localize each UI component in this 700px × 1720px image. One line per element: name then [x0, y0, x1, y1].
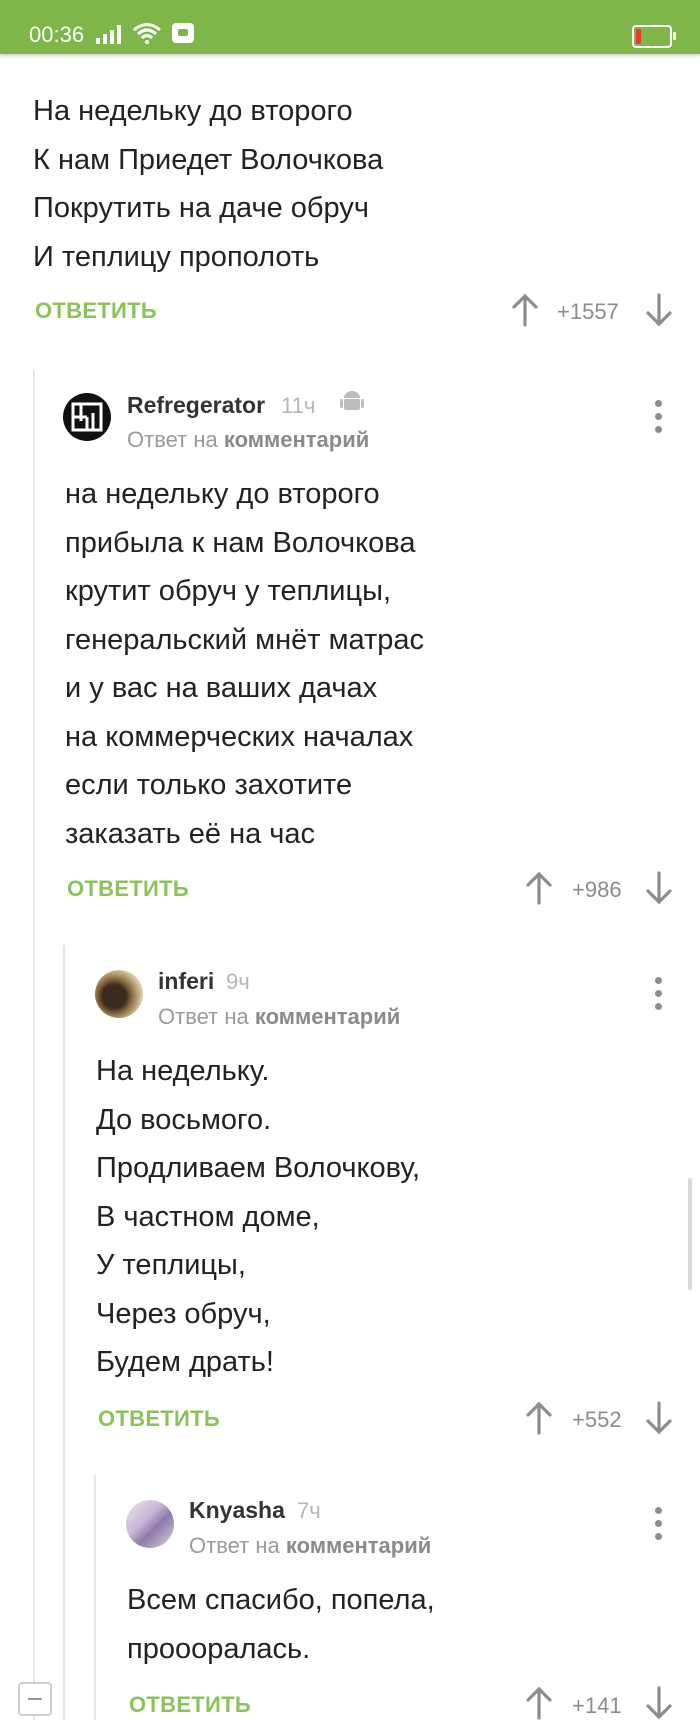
- battery-icon: [632, 25, 676, 48]
- comment-line: Через обруч,: [96, 1297, 271, 1330]
- comment-line: на коммерческих началах: [65, 720, 414, 753]
- thread-line: [63, 945, 65, 1720]
- reply-to-link[interactable]: комментарий: [255, 1004, 400, 1029]
- comment-time: 11ч: [281, 393, 316, 418]
- comment-line: если только захотите: [65, 769, 353, 801]
- avatar[interactable]: [126, 1500, 174, 1548]
- rammstein-logo-icon: [71, 402, 103, 432]
- comment-line: И теплицу прополоть: [33, 240, 320, 273]
- avatar[interactable]: [63, 393, 111, 441]
- clock: 00:36: [29, 22, 85, 47]
- comment-line: Покрутить на даче обруч: [33, 192, 369, 224]
- reply-to-info: Ответ на комментарий: [127, 427, 369, 453]
- signal-icon: [96, 25, 121, 44]
- comment-line: До восьмого.: [96, 1103, 272, 1136]
- comment-line: проооралась.: [127, 1632, 311, 1665]
- more-options-icon[interactable]: [655, 977, 663, 1016]
- author-name[interactable]: Refregerator: [127, 392, 265, 419]
- comment-body: Всем спасибо, попела, проооралась.: [127, 1576, 435, 1673]
- reply-to-info: Ответ на комментарий: [189, 1533, 431, 1559]
- downvote-icon[interactable]: [644, 293, 674, 327]
- collapse-thread-button[interactable]: [18, 1682, 52, 1716]
- reply-button[interactable]: ОТВЕТИТЬ: [129, 1692, 251, 1718]
- comment-line: Будем драть!: [96, 1346, 274, 1378]
- comment-time: 7ч: [297, 1498, 321, 1523]
- comment-line: На недельку до второго: [33, 95, 353, 127]
- scrollbar[interactable]: [688, 1178, 692, 1290]
- reply-to-prefix: Ответ на: [189, 1533, 280, 1558]
- reply-to-link[interactable]: комментарий: [224, 427, 369, 452]
- comment-line: На недельку.: [96, 1055, 270, 1087]
- comment-line: прибыла к нам Волочкова: [65, 526, 416, 559]
- author-name[interactable]: inferi: [158, 968, 214, 995]
- comment-line: Продливаем Волочкову,: [96, 1152, 421, 1184]
- author-name[interactable]: Knyasha: [189, 1497, 285, 1524]
- comment-line: Всем спасибо, попела,: [127, 1584, 435, 1616]
- more-options-icon[interactable]: [655, 1507, 663, 1546]
- reply-button[interactable]: ОТВЕТИТЬ: [35, 298, 157, 324]
- downvote-icon[interactable]: [644, 871, 674, 905]
- upvote-icon[interactable]: [524, 1686, 554, 1720]
- thread-line: [94, 1475, 96, 1720]
- comment-body: на недельку до второго прибыла к нам Воло…: [65, 470, 424, 858]
- reply-button[interactable]: ОТВЕТИТЬ: [67, 876, 189, 902]
- comment-line: заказать её на час: [65, 817, 316, 850]
- upvote-icon[interactable]: [524, 1401, 554, 1435]
- comment-line: К нам Приедет Волочкова: [33, 143, 384, 176]
- reply-to-prefix: Ответ на: [158, 1004, 249, 1029]
- comment-line: на недельку до второго: [65, 478, 380, 510]
- vote-score: +1557: [557, 299, 619, 324]
- vote-score: +141: [572, 1693, 622, 1718]
- more-options-icon[interactable]: [655, 400, 663, 439]
- comment-line: У теплицы,: [96, 1249, 246, 1281]
- reply-to-link[interactable]: комментарий: [286, 1533, 431, 1558]
- comment-time: 9ч: [226, 969, 250, 994]
- android-icon: [340, 391, 364, 410]
- downvote-icon[interactable]: [644, 1686, 674, 1720]
- message-notification-icon: [172, 23, 194, 43]
- comment-line: и у вас на ваших дачах: [65, 672, 378, 704]
- upvote-icon[interactable]: [510, 293, 540, 327]
- comment-body: На недельку. До восьмого. Продливаем Волоч…: [96, 1047, 420, 1387]
- comment-line: генеральский мнёт матрас: [65, 623, 425, 656]
- avatar[interactable]: [95, 970, 143, 1018]
- status-bar: 00:36: [0, 0, 700, 54]
- comment-line: крутит обруч у теплицы,: [65, 575, 391, 607]
- reply-button[interactable]: ОТВЕТИТЬ: [98, 1406, 220, 1432]
- upvote-icon[interactable]: [524, 871, 554, 905]
- comment-body: На недельку до второго К нам Приедет Воло…: [33, 87, 383, 281]
- vote-score: +986: [572, 877, 622, 902]
- comment-line: В частном доме,: [96, 1200, 320, 1233]
- reply-to-prefix: Ответ на: [127, 427, 218, 452]
- downvote-icon[interactable]: [644, 1401, 674, 1435]
- thread-line: [33, 370, 35, 1720]
- reply-to-info: Ответ на комментарий: [158, 1004, 400, 1030]
- vote-score: +552: [572, 1407, 622, 1432]
- wifi-icon: [133, 23, 161, 44]
